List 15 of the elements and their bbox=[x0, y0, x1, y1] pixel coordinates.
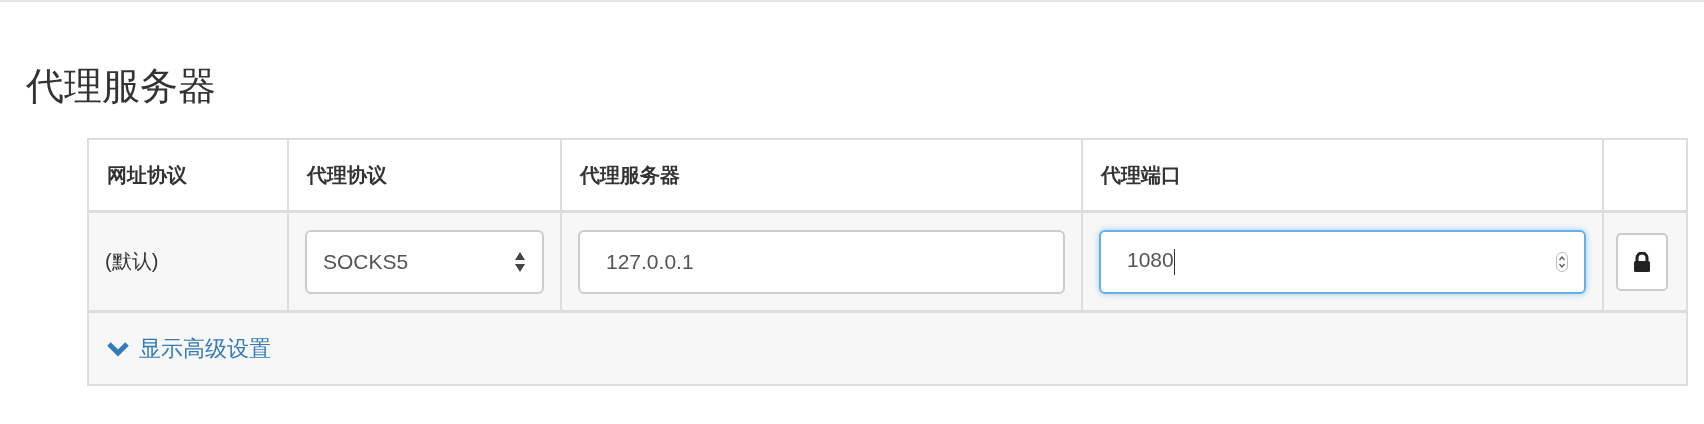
column-header: 代理服务器 bbox=[580, 162, 680, 188]
sort-arrows-icon bbox=[514, 250, 526, 273]
protocol-select[interactable]: SOCKS5 bbox=[305, 229, 544, 294]
column-header: 代理端口 bbox=[1101, 162, 1181, 188]
column-header: 代理协议 bbox=[307, 162, 387, 188]
column-header: 网址协议 bbox=[107, 162, 187, 188]
advanced-settings-link[interactable]: 显示高级设置 bbox=[107, 333, 271, 364]
server-input[interactable]: 127.0.0.1 bbox=[578, 229, 1065, 294]
section-title: 代理服务器 bbox=[26, 64, 217, 109]
spinner-icon[interactable] bbox=[1556, 251, 1568, 272]
chevron-down-icon bbox=[107, 340, 129, 357]
table-cell-text: (默认) bbox=[105, 249, 159, 274]
lock-icon bbox=[1633, 251, 1651, 272]
port-input[interactable]: 1080 bbox=[1099, 229, 1586, 294]
lock-button[interactable] bbox=[1616, 232, 1668, 291]
